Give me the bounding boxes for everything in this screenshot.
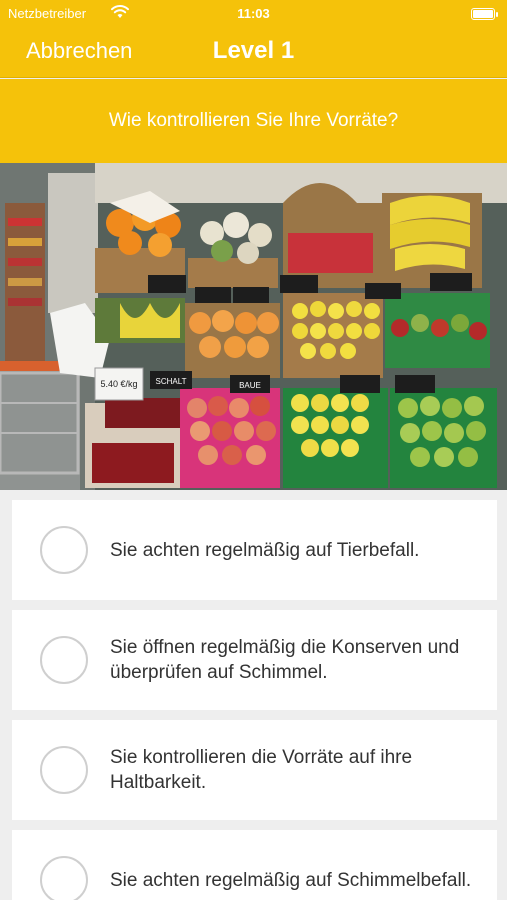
answer-list: Sie achten regelmäßig auf Tierbefall. Si… — [12, 500, 497, 900]
answer-option-1[interactable]: Sie achten regelmäßig auf Tierbefall. — [12, 500, 497, 600]
radio-button[interactable] — [40, 746, 88, 794]
answer-text: Sie achten regelmäßig auf Schimmelbefall… — [110, 869, 472, 891]
price-sign-schalt: SCHALT — [156, 377, 187, 386]
clock: 11:03 — [237, 6, 270, 21]
answer-option-2[interactable]: Sie öffnen regelmäßig die Konserven und … — [12, 610, 497, 710]
radio-button[interactable] — [40, 856, 88, 900]
answer-option-4[interactable]: Sie achten regelmäßig auf Schimmelbefall… — [12, 830, 497, 900]
answer-text: Sie kontrollieren die Vorräte auf ihre H… — [110, 747, 413, 793]
radio-button[interactable] — [40, 636, 88, 684]
produce-illustration: 5.40 €/kg SCHALT BAUE — [0, 163, 507, 490]
battery-tip — [496, 12, 498, 17]
market-produce-photo: 5.40 €/kg SCHALT BAUE — [0, 163, 507, 490]
answer-text: Sie öffnen regelmäßig die Konserven und … — [110, 637, 460, 683]
question-text: Wie kontrollieren Sie Ihre Vorräte? — [0, 79, 507, 163]
navigation-bar: Abbrechen Level 1 — [0, 28, 507, 78]
price-sign-kg: 5.40 €/kg — [100, 379, 137, 389]
price-sign-baue: BAUE — [239, 381, 261, 390]
answer-option-3[interactable]: Sie kontrollieren die Vorräte auf ihre H… — [12, 720, 497, 820]
level-title: Level 1 — [212, 37, 295, 64]
radio-button[interactable] — [40, 526, 88, 574]
status-bar: Netzbetreiber 11:03 — [0, 0, 507, 28]
answer-text: Sie achten regelmäßig auf Tierbefall. — [110, 539, 420, 561]
battery-icon — [471, 8, 495, 20]
